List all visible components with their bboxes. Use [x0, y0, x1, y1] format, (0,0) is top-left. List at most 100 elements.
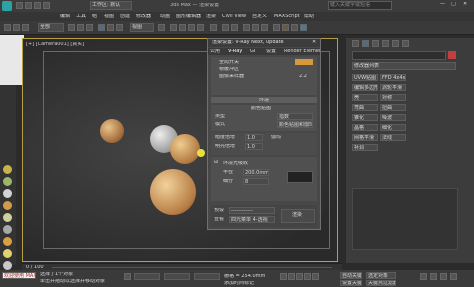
- viewport-label[interactable]: [+] [Camera001] [真实]: [26, 42, 84, 47]
- modifier-8[interactable]: 扭曲: [380, 104, 406, 111]
- modifier-stack-area[interactable]: [352, 188, 458, 250]
- render-setup-icon[interactable]: [282, 24, 289, 31]
- render-mode-button[interactable]: [295, 59, 313, 65]
- system-tool-icon[interactable]: [3, 237, 12, 246]
- x-coordinate-field[interactable]: [134, 273, 160, 280]
- select-object-icon[interactable]: [68, 24, 75, 31]
- dialog-title-bar[interactable]: 渲染设置: V-Ray Next, update ✕: [208, 39, 320, 47]
- preset-dropdown[interactable]: ------------: [229, 207, 275, 214]
- modifier-6[interactable]: 对称: [380, 94, 406, 101]
- orbit-icon[interactable]: [430, 273, 437, 280]
- modify-tab-icon[interactable]: [362, 40, 369, 47]
- camera-tool-icon[interactable]: [3, 189, 12, 198]
- mirror-icon[interactable]: [222, 24, 229, 31]
- modifier-1[interactable]: UVW贴图: [352, 74, 378, 81]
- new-icon[interactable]: [16, 2, 23, 9]
- helper-tool-icon[interactable]: [3, 213, 12, 222]
- set-key-button[interactable]: 设置关键点: [340, 280, 362, 286]
- ao-checkbox[interactable]: ☑: [214, 160, 218, 165]
- motion-tab-icon[interactable]: [382, 40, 389, 47]
- modifier-4[interactable]: 涡轮平滑: [380, 84, 406, 91]
- undo-icon[interactable]: [43, 2, 50, 9]
- app-logo-icon[interactable]: [2, 1, 12, 11]
- tab-vray[interactable]: V-Ray: [228, 49, 242, 54]
- menu-item-animation[interactable]: 动画: [160, 14, 170, 19]
- menu-item-views[interactable]: 视图: [104, 14, 114, 19]
- menu-item-civil-view[interactable]: Civil View: [222, 14, 246, 19]
- minimize-icon[interactable]: —: [440, 2, 445, 7]
- maximize-viewport-icon[interactable]: [450, 273, 457, 280]
- menu-item-customize[interactable]: 自定义: [252, 14, 267, 19]
- menu-item-modifiers[interactable]: 修改器: [136, 14, 151, 19]
- spacewarp-tool-icon[interactable]: [3, 225, 12, 234]
- menu-item-edit[interactable]: 编辑: [60, 14, 70, 19]
- subdivs-field[interactable]: 8: [243, 178, 269, 185]
- menu-item-maxscript[interactable]: MAXScript: [274, 14, 300, 19]
- align-icon[interactable]: [231, 24, 238, 31]
- rotate-icon[interactable]: [107, 24, 114, 31]
- view-dropdown[interactable]: 四元菜单 4-透视: [229, 216, 275, 223]
- type-dropdown[interactable]: 指数: [277, 113, 313, 120]
- pan-icon[interactable]: [440, 273, 447, 280]
- menu-item-graph-editors[interactable]: 图形编辑器: [176, 14, 201, 19]
- modifier-5[interactable]: 壳: [352, 94, 378, 101]
- create-tab-icon[interactable]: [352, 40, 359, 47]
- tab-settings[interactable]: 设置: [266, 49, 276, 54]
- pivot-icon[interactable]: [158, 24, 165, 31]
- shape-tool-icon[interactable]: [3, 249, 12, 258]
- go-to-start-icon[interactable]: [280, 273, 287, 280]
- reference-coordinate-dropdown[interactable]: 视图: [130, 23, 154, 32]
- dark-multiplier-field[interactable]: 1.0: [245, 134, 263, 141]
- next-frame-icon[interactable]: [304, 273, 311, 280]
- save-icon[interactable]: [34, 2, 41, 9]
- percent-snap-icon[interactable]: [188, 24, 195, 31]
- render-button[interactable]: 渲染: [281, 209, 315, 223]
- geometry-tool-icon[interactable]: [3, 261, 12, 270]
- menu-item-help[interactable]: 帮助: [304, 14, 314, 19]
- radius-field[interactable]: 200.0mm: [243, 169, 269, 176]
- named-selection-icon[interactable]: [210, 24, 217, 31]
- tab-gi[interactable]: GI: [250, 49, 255, 54]
- material-tool-icon[interactable]: [3, 201, 12, 210]
- move-icon[interactable]: [98, 24, 105, 31]
- go-to-end-icon[interactable]: [312, 273, 319, 280]
- modifier-7[interactable]: 弯曲: [352, 104, 378, 111]
- rectangle-selection-icon[interactable]: [86, 24, 93, 31]
- global-switches-label[interactable]: 全局开关: [219, 60, 239, 65]
- previous-frame-icon[interactable]: [288, 273, 295, 280]
- modifier-9[interactable]: 锥化: [352, 114, 378, 121]
- scale-icon[interactable]: [116, 24, 123, 31]
- bright-multiplier-field[interactable]: 1.0: [245, 143, 263, 150]
- selection-filter-dropdown[interactable]: 全部: [38, 23, 64, 32]
- render-production-icon[interactable]: [300, 24, 307, 31]
- wood-sphere-medium[interactable]: [170, 134, 200, 164]
- lock-selection-icon[interactable]: [124, 273, 131, 280]
- z-coordinate-field[interactable]: [194, 273, 220, 280]
- bind-space-warp-icon[interactable]: [22, 24, 29, 31]
- modifier-2[interactable]: FFD 4x4x4: [380, 74, 406, 81]
- gamma-value[interactable]: 2.2: [299, 74, 307, 79]
- material-editor-icon[interactable]: [273, 24, 280, 31]
- close-icon[interactable]: ✕: [463, 2, 467, 7]
- search-input[interactable]: 键入关键字或短语: [328, 1, 392, 10]
- menu-item-rendering[interactable]: 渲染: [206, 14, 216, 19]
- modifier-14[interactable]: 法线: [380, 134, 406, 141]
- maxscript-listener[interactable]: 欢迎使用 MAXScript: [2, 272, 36, 279]
- layer-explorer-icon[interactable]: [243, 24, 250, 31]
- utilities-tab-icon[interactable]: [402, 40, 409, 47]
- menu-item-tools[interactable]: 工具: [76, 14, 86, 19]
- auto-key-button[interactable]: 自动关键点: [340, 272, 362, 279]
- object-name-field[interactable]: [352, 51, 446, 60]
- image-sampler-label[interactable]: 图像采样器: [219, 74, 244, 79]
- object-color-swatch[interactable]: [448, 51, 456, 59]
- wood-sphere-large[interactable]: [150, 169, 196, 215]
- modifier-11[interactable]: 晶格: [352, 124, 378, 131]
- modifier-10[interactable]: 噪波: [380, 114, 406, 121]
- snap-toggle-icon[interactable]: [170, 24, 177, 31]
- sphere-tool-icon[interactable]: [3, 177, 12, 186]
- hierarchy-tab-icon[interactable]: [372, 40, 379, 47]
- select-link-icon[interactable]: [4, 24, 11, 31]
- curve-editor-icon[interactable]: [252, 24, 259, 31]
- mode-dropdown[interactable]: 颜色贴图和伽玛: [277, 121, 313, 128]
- rendered-frame-window-icon[interactable]: [291, 24, 298, 31]
